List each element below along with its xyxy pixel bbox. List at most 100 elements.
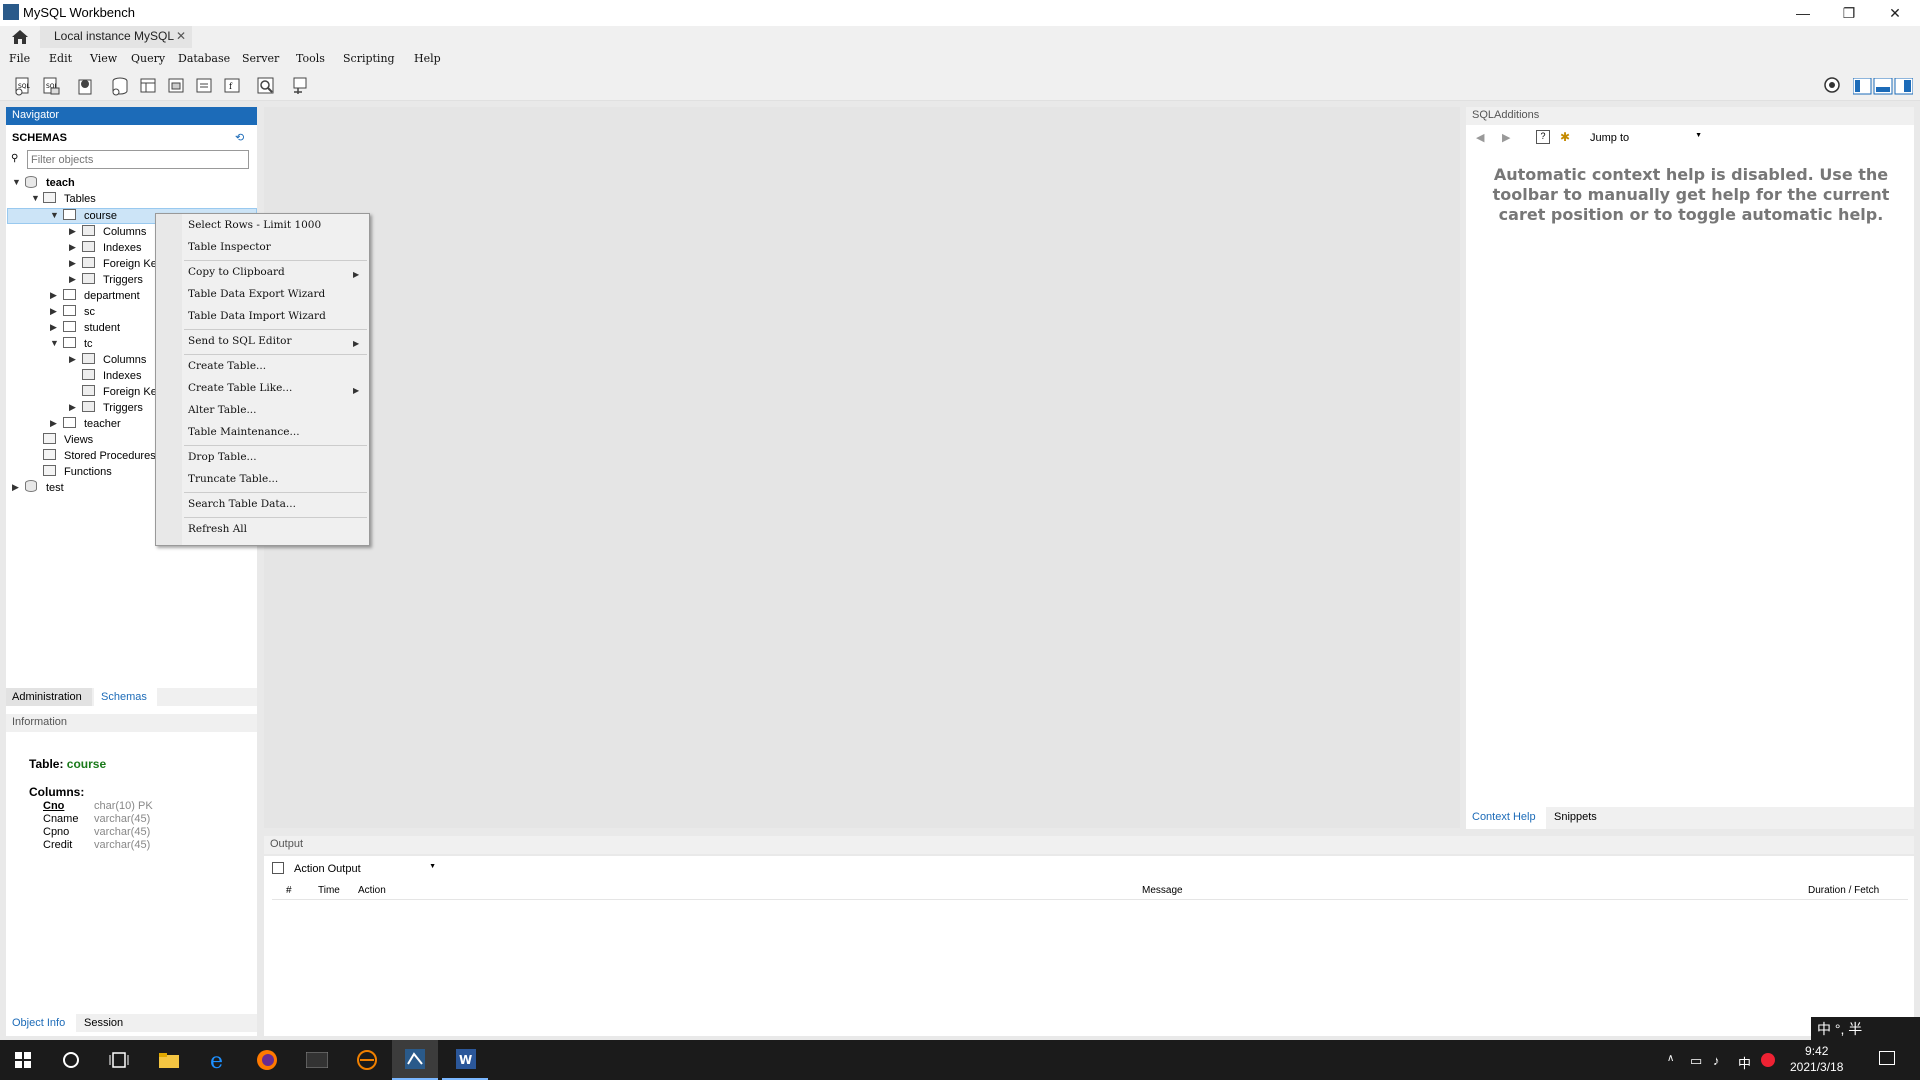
tree-arrow-collapsed[interactable]: ▶ [69,225,76,237]
menu-scripting[interactable]: Scripting [343,52,395,65]
network-icon[interactable]: ▭ [1690,1053,1702,1069]
tree-arrow-collapsed[interactable]: ▶ [50,289,57,301]
refresh-schemas-icon[interactable]: ⟲ [235,131,244,144]
tables-node[interactable]: Tables [64,193,96,205]
tab-schemas[interactable]: Schemas [94,688,157,706]
tree-arrow-expanded[interactable]: ▼ [50,209,59,221]
schema-test[interactable]: test [46,482,64,494]
start-windows-icon[interactable] [0,1040,46,1080]
tree-arrow-collapsed[interactable]: ▶ [50,305,57,317]
task-view-icon[interactable] [96,1040,142,1080]
menu-item-drop-table[interactable]: Drop Table... [188,451,257,463]
tab-administration[interactable]: Administration [6,688,92,706]
tab-context-help[interactable]: Context Help [1466,807,1546,829]
column-action[interactable]: Action [358,885,386,896]
create-table-icon[interactable] [138,76,158,96]
table-tc[interactable]: tc [84,338,93,350]
menu-edit[interactable]: Edit [49,52,72,65]
new-sql-tab-icon[interactable]: SQL [13,76,33,96]
course-triggers-node[interactable]: Triggers [103,274,143,286]
menu-item-create-table[interactable]: Create Table... [188,360,266,372]
home-icon[interactable] [11,29,29,45]
tab-session[interactable]: Session [78,1014,138,1032]
open-sql-script-icon[interactable]: SQL [41,76,61,96]
table-student[interactable]: student [84,322,120,334]
menu-query[interactable]: Query [131,52,165,65]
copy-output-icon[interactable] [272,862,284,874]
file-explorer-icon[interactable] [146,1040,192,1080]
views-node[interactable]: Views [64,434,93,446]
taskbar-clock[interactable]: 9:42 2021/3/18 [1790,1043,1843,1075]
word-icon[interactable]: W [442,1040,488,1080]
menu-item-data-export-wizard[interactable]: Table Data Export Wizard [188,288,325,300]
tab-local-instance[interactable]: Local instance MySQL [40,26,192,48]
menu-item-table-maintenance[interactable]: Table Maintenance... [188,426,300,438]
filter-objects-input[interactable] [27,150,249,169]
back-arrow-icon[interactable]: ◀ [1476,131,1484,144]
stored-procedures-node[interactable]: Stored Procedures [64,450,156,462]
course-columns-node[interactable]: Columns [103,226,146,238]
manual-help-icon[interactable]: ? [1536,130,1550,144]
search-table-data-icon[interactable] [256,76,276,96]
mysql-workbench-taskbar-icon[interactable] [392,1040,438,1080]
column-number[interactable]: # [286,885,292,896]
reconnect-icon[interactable] [290,76,310,96]
tree-arrow-collapsed[interactable]: ▶ [50,321,57,333]
input-language-indicator[interactable]: 中 [1738,1053,1751,1072]
tree-arrow-collapsed[interactable]: ▶ [69,273,76,285]
volume-icon[interactable]: ♪ [1713,1053,1720,1068]
internet-explorer-icon[interactable]: e [196,1040,242,1080]
menu-view[interactable]: View [90,52,117,65]
table-course[interactable]: course [84,210,117,222]
preferences-gear-icon[interactable] [1823,76,1843,96]
tc-indexes-node[interactable]: Indexes [103,370,142,382]
menu-item-create-table-like[interactable]: Create Table Like... [188,382,292,394]
menu-item-search-table-data[interactable]: Search Table Data... [188,498,296,510]
tree-arrow-collapsed[interactable]: ▶ [69,257,76,269]
menu-item-select-rows[interactable]: Select Rows - Limit 1000 [188,219,321,231]
menu-item-send-to-sql-editor[interactable]: Send to SQL Editor [188,335,292,347]
menu-item-copy-to-clipboard[interactable]: Copy to Clipboard [188,266,285,278]
menu-server[interactable]: Server [242,52,279,65]
auto-help-toggle-icon[interactable]: ✱ [1560,130,1574,144]
close-window-button[interactable]: ✕ [1872,0,1918,26]
tree-arrow-collapsed[interactable]: ▶ [69,353,76,365]
menu-item-truncate-table[interactable]: Truncate Table... [188,473,278,485]
menu-item-table-inspector[interactable]: Table Inspector [188,241,271,253]
table-department[interactable]: department [84,290,140,302]
eclipse-icon[interactable] [344,1040,390,1080]
tc-triggers-node[interactable]: Triggers [103,402,143,414]
search-circle-icon[interactable] [48,1040,94,1080]
tree-arrow-expanded[interactable]: ▼ [12,176,21,188]
column-time[interactable]: Time [318,885,340,896]
minimize-button[interactable]: — [1780,0,1826,26]
jump-to-dropdown[interactable]: Jump to ▼ [1586,129,1706,147]
tab-close-icon[interactable]: ✕ [176,29,186,43]
tree-arrow-expanded[interactable]: ▼ [50,337,59,349]
tree-arrow-expanded[interactable]: ▼ [31,192,40,204]
course-indexes-node[interactable]: Indexes [103,242,142,254]
menu-help[interactable]: Help [414,52,441,65]
create-procedure-icon[interactable] [194,76,214,96]
inspector-icon[interactable] [76,76,96,96]
tc-columns-node[interactable]: Columns [103,354,146,366]
tab-object-info[interactable]: Object Info [6,1014,76,1032]
column-message[interactable]: Message [1142,885,1183,896]
table-teacher[interactable]: teacher [84,418,121,430]
schema-teach[interactable]: teach [46,177,75,189]
tree-arrow-collapsed[interactable]: ▶ [69,401,76,413]
menu-item-alter-table[interactable]: Alter Table... [188,404,257,416]
forward-arrow-icon[interactable]: ▶ [1502,131,1510,144]
restore-button[interactable]: ❐ [1826,0,1872,26]
menu-tools[interactable]: Tools [296,52,325,65]
tree-arrow-collapsed[interactable]: ▶ [69,241,76,253]
action-output-dropdown[interactable]: Action Output ▼ [290,860,440,878]
menu-database[interactable]: Database [178,52,230,65]
tab-snippets[interactable]: Snippets [1548,807,1608,829]
sogou-ime-icon[interactable] [1761,1053,1775,1067]
panel-layout-toggle-icons[interactable] [1853,78,1913,95]
create-view-icon[interactable] [166,76,186,96]
notifications-icon[interactable] [1879,1051,1895,1065]
terminal-icon[interactable] [294,1040,340,1080]
ime-status-bar[interactable]: 中 °, 半 [1811,1017,1920,1040]
